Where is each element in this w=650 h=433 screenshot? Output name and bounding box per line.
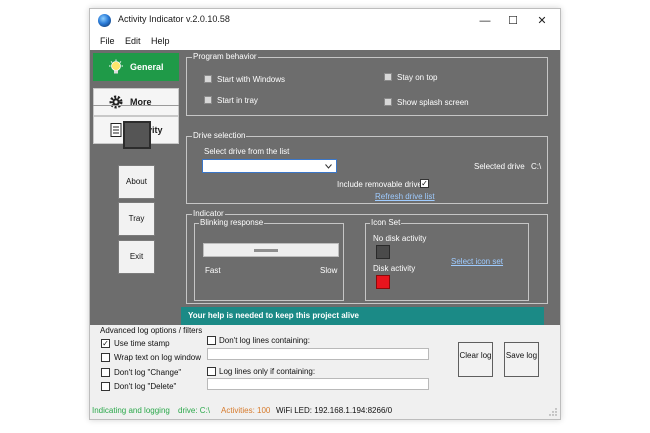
dont-log-change-label: Don't log "Change" (114, 368, 182, 377)
resize-grip-icon[interactable] (549, 408, 557, 416)
status-activities: Activities: 100 (221, 406, 271, 415)
status-bar: Indicating and logging drive: C:\ Activi… (90, 403, 560, 419)
clear-log-button[interactable]: Clear log (458, 342, 493, 377)
menu-file[interactable]: File (100, 36, 115, 46)
blinking-response-title: Blinking response (199, 218, 265, 227)
dont-log-delete-label: Don't log "Delete" (114, 382, 177, 391)
slow-label: Slow (320, 266, 338, 275)
nav-general[interactable]: General (93, 53, 179, 81)
dont-log-containing-input[interactable] (207, 348, 429, 360)
tray-button[interactable]: Tray (118, 202, 155, 236)
sidebar-divider (93, 105, 179, 106)
document-icon (110, 123, 122, 137)
main-panel: Program behavior Start with Windows Star… (182, 50, 560, 325)
start-with-windows-checkbox[interactable] (204, 75, 212, 83)
selected-drive-label: Selected drive (474, 162, 525, 171)
dont-log-containing-checkbox[interactable] (207, 336, 216, 345)
include-removable-checkbox[interactable]: ✓ (420, 179, 429, 188)
lightbulb-icon (109, 59, 123, 74)
dont-log-change-checkbox[interactable] (101, 368, 110, 377)
use-time-stamp-checkbox[interactable]: ✓ (101, 339, 110, 348)
gear-icon (109, 95, 123, 109)
exit-button[interactable]: Exit (118, 240, 155, 274)
show-splash-label: Show splash screen (397, 98, 469, 107)
start-in-tray-label: Start in tray (217, 96, 258, 105)
nav-more[interactable]: More (93, 88, 179, 116)
selected-drive-value: C:\ (531, 162, 542, 171)
log-options-title: Advanced log options / filters (100, 326, 203, 335)
disk-activity-swatch (376, 275, 390, 289)
fast-label: Fast (205, 266, 221, 275)
wrap-text-checkbox[interactable] (101, 353, 110, 362)
log-options-panel: Advanced log options / filters ✓ Use tim… (90, 325, 560, 399)
log-only-containing-label: Log lines only if containing: (219, 367, 316, 376)
dont-log-containing-label: Don't log lines containing: (219, 336, 310, 345)
stay-on-top-checkbox[interactable] (384, 73, 392, 81)
icon-set-title: Icon Set (370, 218, 402, 227)
start-in-tray-checkbox[interactable] (204, 96, 212, 104)
about-button[interactable]: About (118, 165, 155, 199)
nav-general-label: General (130, 62, 164, 72)
disk-activity-label: Disk activity (373, 264, 416, 273)
menu-bar: File Edit Help (90, 33, 560, 50)
support-banner-text: Your help is needed to keep this project… (188, 311, 360, 320)
save-log-button[interactable]: Save log (504, 342, 539, 377)
refresh-drive-link[interactable]: Refresh drive list (375, 192, 435, 201)
status-wifi: WiFi LED: 192.168.1.194:8266/0 (276, 406, 393, 415)
maximize-button[interactable]: ☐ (498, 9, 528, 33)
use-time-stamp-label: Use time stamp (114, 339, 170, 348)
no-activity-swatch (376, 245, 390, 259)
show-splash-checkbox[interactable] (384, 98, 392, 106)
stay-on-top-label: Stay on top (397, 73, 438, 82)
dont-log-delete-checkbox[interactable] (101, 382, 110, 391)
log-only-containing-checkbox[interactable] (207, 367, 216, 376)
window-title: Activity Indicator v.2.0.10.58 (118, 14, 230, 24)
minimize-button[interactable]: — (470, 9, 500, 33)
slider-thumb[interactable] (254, 249, 278, 252)
app-logo-icon (98, 14, 111, 27)
status-drive: drive: C:\ (178, 406, 211, 415)
indicator-title: Indicator (192, 209, 225, 218)
drive-combo[interactable] (202, 159, 337, 173)
app-window: Activity Indicator v.2.0.10.58 — ☐ ✕ Fil… (89, 8, 561, 420)
menu-help[interactable]: Help (151, 36, 170, 46)
include-removable-label: Include removable drives (337, 180, 426, 189)
activity-led-preview (123, 121, 151, 149)
close-button[interactable]: ✕ (527, 9, 557, 33)
wrap-text-label: Wrap text on log window (114, 353, 202, 362)
chevron-down-icon (325, 164, 332, 169)
support-banner[interactable]: Your help is needed to keep this project… (181, 307, 544, 325)
log-only-containing-input[interactable] (207, 378, 429, 390)
program-behavior-group (186, 57, 548, 116)
blinking-response-slider[interactable] (203, 243, 339, 257)
no-activity-label: No disk activity (373, 234, 427, 243)
drive-selection-title: Drive selection (192, 131, 247, 140)
blinking-response-group (194, 223, 344, 301)
title-bar: Activity Indicator v.2.0.10.58 — ☐ ✕ (90, 9, 560, 33)
menu-edit[interactable]: Edit (125, 36, 141, 46)
start-with-windows-label: Start with Windows (217, 75, 286, 84)
select-drive-label: Select drive from the list (204, 147, 290, 156)
select-icon-set-link[interactable]: Select icon set (451, 257, 503, 266)
status-mode: Indicating and logging (92, 406, 170, 415)
program-behavior-title: Program behavior (192, 52, 258, 61)
